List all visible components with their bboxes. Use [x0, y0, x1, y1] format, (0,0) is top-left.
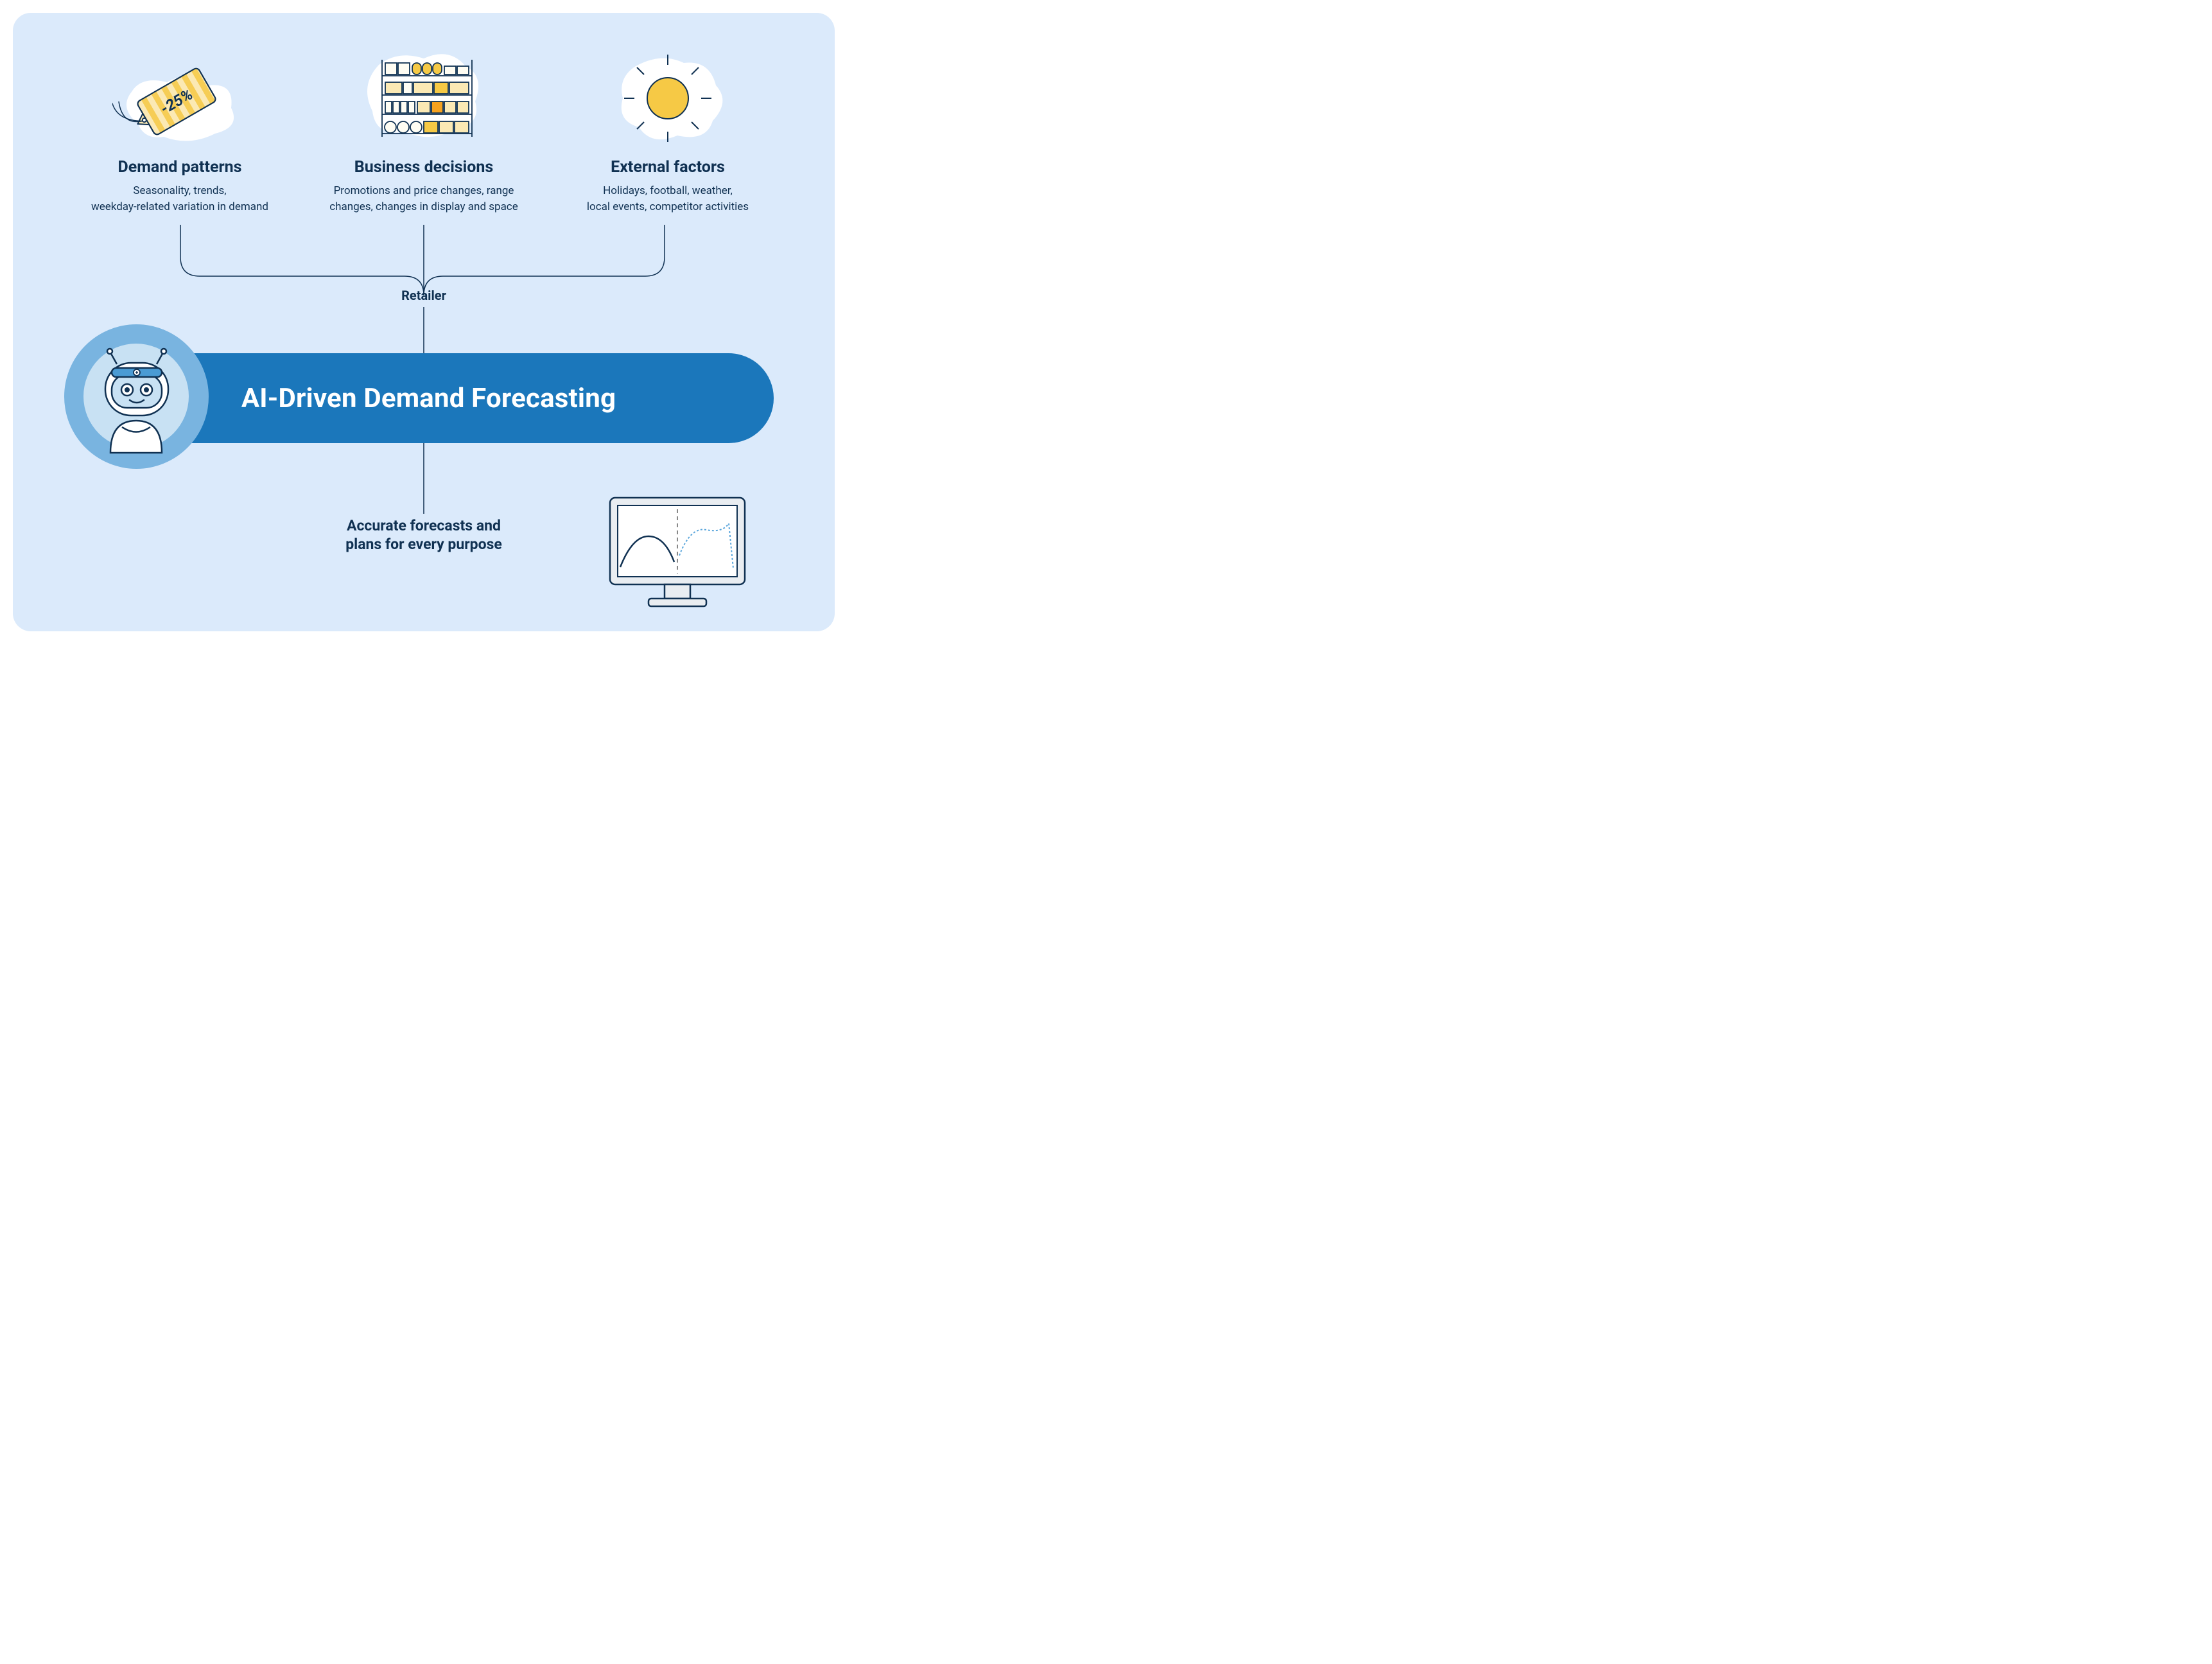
- bar-title: AI-Driven Demand Forecasting: [241, 383, 616, 414]
- input-desc: Promotions and price changes, range chan…: [324, 183, 523, 215]
- input-demand-patterns: -25% Demand patterns Seasonality, trends…: [58, 50, 302, 215]
- input-desc: Seasonality, trends,weekday-related vari…: [91, 183, 268, 215]
- robot-avatar-icon: [64, 324, 209, 469]
- input-columns: -25% Demand patterns Seasonality, trends…: [13, 50, 835, 215]
- diagram-canvas: -25% Demand patterns Seasonality, trends…: [13, 13, 835, 631]
- input-title: Business decisions: [354, 158, 493, 177]
- input-title: External factors: [611, 158, 725, 177]
- price-tag-discount-icon: -25%: [112, 50, 247, 146]
- input-desc: Holidays, football, weather,local events…: [587, 183, 749, 215]
- input-business-decisions: Business decisions Promotions and price …: [302, 50, 546, 215]
- input-external-factors: External factors Holidays, football, wea…: [546, 50, 790, 215]
- input-title: Demand patterns: [118, 158, 242, 177]
- sun-weather-icon: [604, 50, 732, 146]
- forecast-monitor-icon: [604, 491, 751, 616]
- retailer-label: Retailer: [13, 288, 835, 303]
- store-shelves-icon: [353, 50, 494, 146]
